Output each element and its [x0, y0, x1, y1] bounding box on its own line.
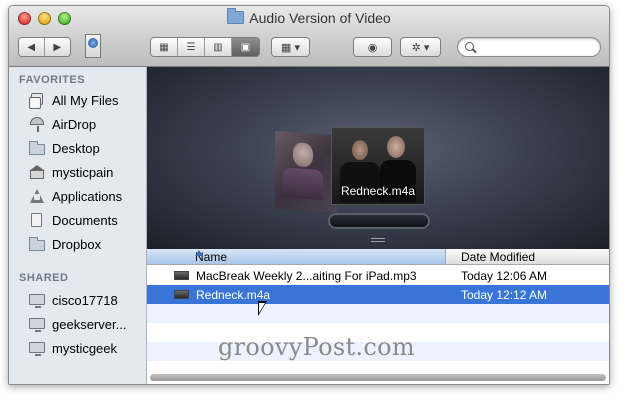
sidebar-item-label: Dropbox: [52, 236, 102, 252]
file-date: Today 12:06 AM: [461, 269, 548, 283]
back-arrow-icon: ◀: [27, 41, 36, 53]
computer-icon: [29, 317, 45, 332]
action-button[interactable]: ✲ ▾: [400, 37, 441, 57]
sidebar-item-label: cisco17718: [52, 292, 118, 308]
previous-file-thumbnail[interactable]: [275, 130, 337, 214]
shared-heading: SHARED: [19, 272, 69, 284]
name-column-header[interactable]: Name: [147, 249, 446, 264]
sidebar-item-home[interactable]: mysticpain: [9, 161, 146, 183]
column-view-icon: ▥: [213, 41, 223, 53]
computer-icon: [29, 341, 45, 356]
sidebar-item-cisco17718[interactable]: cisco17718: [9, 289, 146, 311]
horizontal-scrollbar[interactable]: [149, 373, 607, 382]
empty-row: [147, 361, 609, 373]
sidebar-item-label: geekserver...: [52, 316, 127, 332]
empty-row: [147, 304, 609, 323]
documents-icon: [29, 213, 45, 227]
sidebar-item-label: mysticgeek: [52, 340, 118, 356]
arrange-button[interactable]: ▦ ▾: [271, 37, 310, 57]
folder-icon: [29, 237, 45, 251]
sidebar-item-geekserver[interactable]: geekserver...: [9, 313, 146, 335]
back-forward-control: ◀ ▶: [18, 37, 71, 57]
sidebar-item-documents[interactable]: Documents: [9, 209, 146, 231]
quicktime-file-icon[interactable]: [85, 34, 101, 58]
file-date: Today 12:12 AM: [461, 288, 548, 302]
icon-view-button[interactable]: ▦: [151, 38, 178, 56]
sidebar-item-desktop[interactable]: Desktop: [9, 137, 146, 159]
forward-button[interactable]: ▶: [44, 38, 70, 56]
column-view-button[interactable]: ▥: [205, 38, 232, 56]
audio-file-icon: [174, 290, 189, 299]
gear-icon: ✲ ▾: [411, 41, 430, 54]
sidebar-item-label: AirDrop: [52, 116, 97, 132]
icon-view-icon: ▦: [159, 41, 169, 53]
sidebar-item-label: All My Files: [52, 92, 119, 108]
date-modified-column-header[interactable]: Date Modified: [461, 250, 535, 264]
airdrop-icon: [29, 117, 45, 132]
cover-flow-icon: ▣: [240, 41, 251, 53]
applications-icon: [29, 189, 45, 203]
folder-icon: [227, 8, 245, 24]
eye-icon: ◉: [367, 41, 378, 54]
mouse-pointer-icon: [258, 301, 267, 316]
search-icon: [465, 42, 474, 51]
forward-arrow-icon: ▶: [53, 41, 62, 53]
finder-window: Audio Version of Video ◀ ▶ ▦ ☰ ▥ ▣ ▦ ▾ ◉…: [8, 5, 610, 385]
home-icon: [29, 165, 45, 179]
sidebar-item-mysticgeek[interactable]: mysticgeek: [9, 337, 146, 359]
cover-flow-scroller[interactable]: [328, 213, 430, 229]
favorites-heading: FAVORITES: [19, 74, 86, 86]
window-title: Audio Version of Video: [9, 8, 609, 26]
search-field[interactable]: [457, 37, 601, 57]
window-title-text: Audio Version of Video: [249, 10, 391, 26]
all-files-icon: [29, 93, 45, 109]
computer-icon: [29, 293, 45, 308]
watermark: groovyPost.com: [218, 333, 415, 361]
file-name: Redneck.m4a: [196, 288, 271, 302]
sort-ascending-icon: [195, 250, 203, 256]
cover-flow-view-button[interactable]: ▣: [232, 38, 259, 56]
quick-look-button[interactable]: ◉: [353, 37, 392, 57]
sidebar-item-dropbox[interactable]: Dropbox: [9, 233, 146, 255]
list-view-icon: ☰: [186, 41, 196, 53]
title-toolbar: Audio Version of Video ◀ ▶ ▦ ☰ ▥ ▣ ▦ ▾ ◉…: [9, 6, 609, 67]
thumbnail-figure: [352, 140, 368, 160]
desktop-icon: [29, 141, 45, 155]
table-row[interactable]: MacBreak Weekly 2...aiting For iPad.mp3 …: [147, 266, 609, 285]
sidebar-item-airdrop[interactable]: AirDrop: [9, 113, 146, 135]
scrollbar-thumb[interactable]: [150, 374, 606, 381]
sidebar-item-label: Documents: [52, 212, 118, 228]
sidebar-item-label: mysticpain: [52, 164, 114, 180]
file-name: MacBreak Weekly 2...aiting For iPad.mp3: [196, 269, 417, 283]
search-input[interactable]: [480, 39, 596, 56]
sidebar-item-applications[interactable]: Applications: [9, 185, 146, 207]
cover-flow-preview[interactable]: Redneck.m4a: [147, 67, 609, 249]
thumbnail-figure: [387, 136, 405, 158]
sidebar-item-label: Desktop: [52, 140, 100, 156]
back-button[interactable]: ◀: [19, 38, 45, 56]
cover-flow-file-name: Redneck.m4a: [340, 184, 416, 198]
arrange-grid-icon: ▦ ▾: [281, 41, 300, 54]
list-view-button[interactable]: ☰: [178, 38, 205, 56]
file-list: Name Date Modified MacBreak Weekly 2...a…: [147, 249, 609, 384]
resize-grip-icon[interactable]: [371, 238, 385, 244]
sidebar-item-all-my-files[interactable]: All My Files: [9, 89, 146, 111]
list-header: Name Date Modified: [147, 249, 609, 265]
sidebar: FAVORITES All My Files AirDrop Desktop m…: [9, 67, 147, 384]
sidebar-item-label: Applications: [52, 188, 123, 204]
table-row[interactable]: Redneck.m4a Today 12:12 AM: [147, 285, 609, 304]
audio-file-icon: [174, 271, 189, 280]
view-mode-control: ▦ ☰ ▥ ▣: [150, 37, 260, 57]
